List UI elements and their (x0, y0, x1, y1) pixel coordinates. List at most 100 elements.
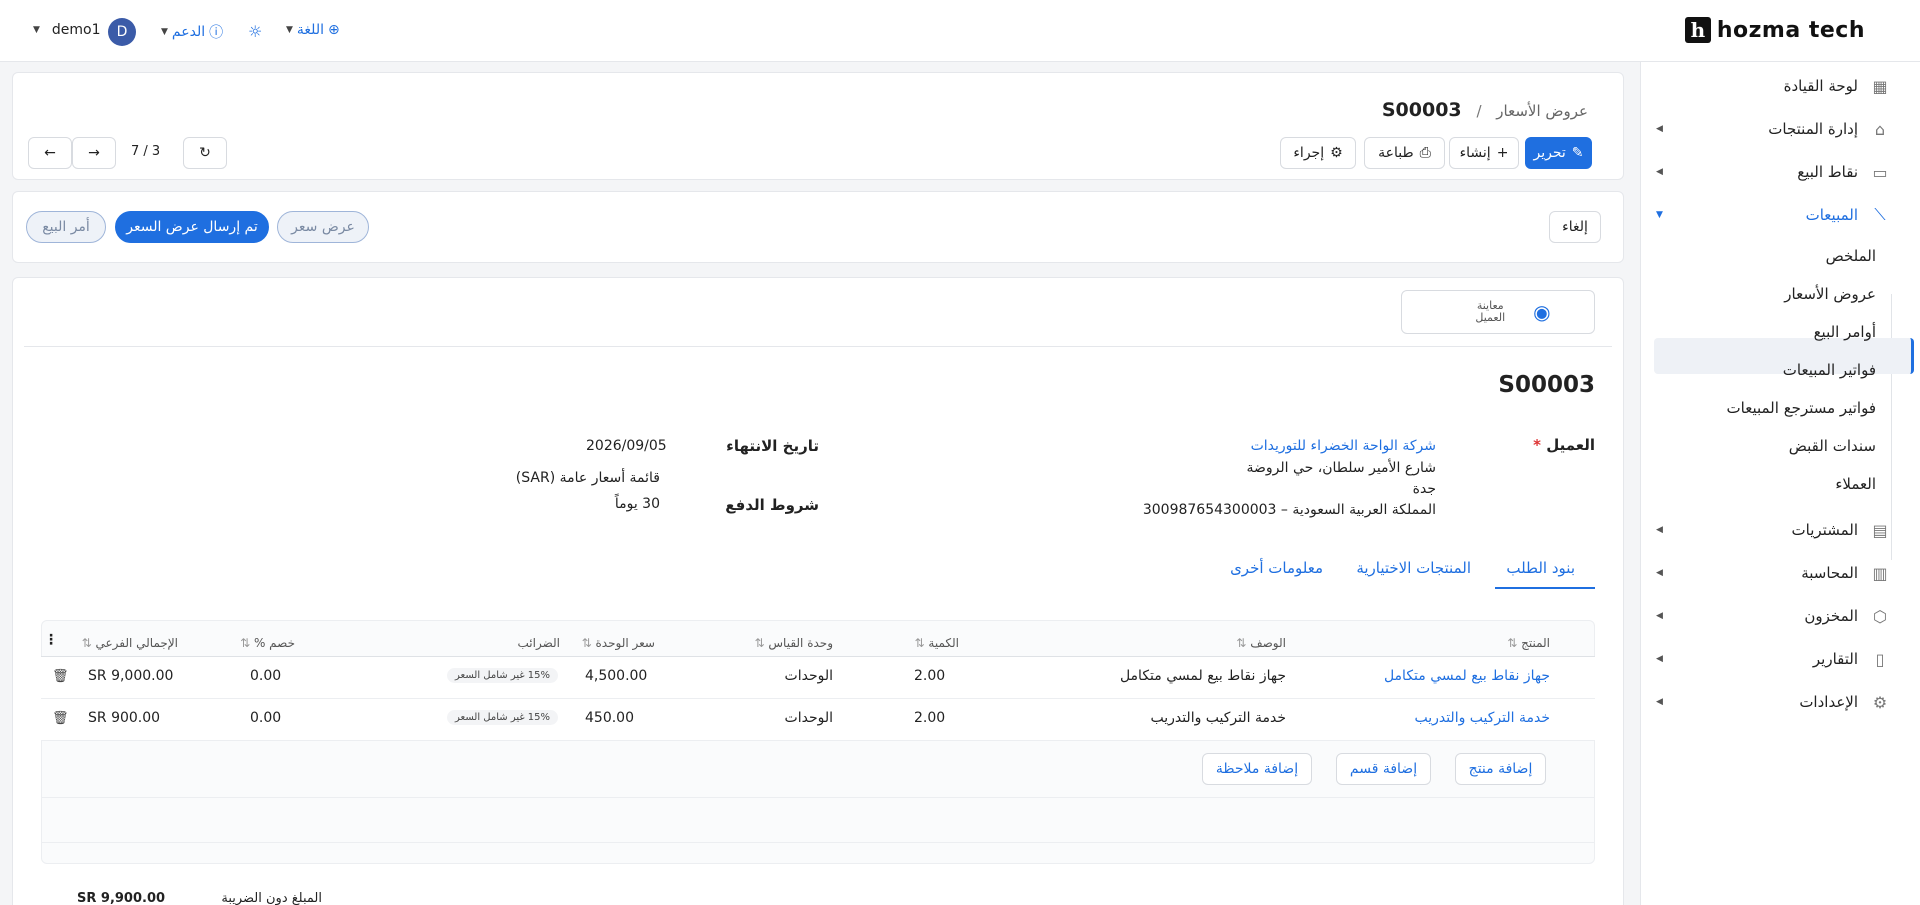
sidebar-item-label: لوحة القيادة (1783, 77, 1858, 95)
user-menu[interactable]: ▼ demo1 (33, 22, 101, 38)
trash-icon[interactable]: 🗑 (52, 669, 69, 684)
globe-icon: ◉ (1533, 300, 1551, 324)
pager-counter: 7 / 3 (131, 144, 161, 159)
row-description[interactable]: خدمة التركيب والتدريب (1150, 710, 1286, 726)
row-discount[interactable]: 0.00 (250, 710, 281, 726)
col-header-uom[interactable]: وحدة القياس ⇅ (755, 636, 834, 650)
sidebar-item-products[interactable]: ⌂ إدارة المنتجات ◀ (1640, 111, 1920, 147)
refresh-button[interactable]: ↻ (183, 137, 227, 169)
sidebar-sub-receipts[interactable]: سندات القبض (1789, 437, 1876, 455)
col-header-taxes-label: الضرائب (517, 636, 560, 650)
sidebar-sub-sale-orders[interactable]: أوامر البيع (1814, 323, 1876, 341)
row-subtotal: SR 9,000.00 (88, 668, 174, 684)
divider (24, 346, 1612, 347)
row-subtotal: SR 900.00 (88, 710, 161, 726)
col-header-quantity-label: الكمية (928, 636, 959, 650)
sort-icon: ⇅ (914, 636, 925, 650)
row-tax-badge[interactable]: 15% غير شامل السعر (447, 668, 558, 683)
sidebar-item-label: نقاط البيع (1797, 163, 1858, 181)
brand-logo[interactable]: h hozma tech (1684, 17, 1865, 43)
col-header-unit-price[interactable]: سعر الوحدة ⇅ (582, 636, 655, 650)
stage-sale-order[interactable]: أمر البيع (26, 211, 106, 243)
print-label: طباعة (1378, 145, 1414, 161)
expiry-date-field[interactable]: 2026/09/05 (586, 438, 667, 454)
breadcrumb: عروض الأسعار / S00003 (1382, 99, 1588, 121)
col-header-product[interactable]: المنتج ⇅ (1507, 636, 1550, 650)
sidebar-item-dashboard[interactable]: ▦ لوحة القيادة (1640, 68, 1920, 104)
sort-icon: ⇅ (1236, 636, 1247, 650)
row-product[interactable]: خدمة التركيب والتدريب (1414, 710, 1550, 726)
language-menu[interactable]: ▼ اللغة ⊕ (286, 22, 340, 38)
sidebar-item-sales[interactable]: ⟋ المبيعات ▼ (1640, 197, 1920, 233)
row-unit-price[interactable]: 450.00 (585, 710, 634, 726)
row-description[interactable]: جهاز نقاط بيع لمسي متكامل (1120, 668, 1286, 684)
pricelist-field[interactable]: قائمة أسعار عامة (SAR) (516, 470, 660, 486)
sidebar-item-label: المخزون (1804, 607, 1858, 625)
sidebar-sub-summary[interactable]: الملخص (1826, 247, 1876, 265)
row-quantity[interactable]: 2.00 (914, 710, 945, 726)
tab-other-info[interactable]: معلومات أخرى (1230, 559, 1323, 577)
row-uom[interactable]: الوحدات (785, 668, 833, 684)
chevron-left-icon: ◀ (1656, 654, 1663, 664)
add-note-button[interactable]: إضافة ملاحظة (1202, 753, 1312, 785)
sidebar-item-purchases[interactable]: ▤ المشتريات ◀ (1640, 512, 1920, 548)
col-header-quantity[interactable]: الكمية ⇅ (915, 636, 960, 650)
avatar[interactable]: D (108, 18, 136, 46)
next-record-button[interactable]: → (72, 137, 116, 169)
payment-terms-field[interactable]: 30 يوماً (615, 496, 660, 512)
row-quantity[interactable]: 2.00 (914, 668, 945, 684)
sidebar-sub-invoices[interactable]: فواتير المبيعات (1783, 361, 1876, 379)
preview-label-line2: العميل (1475, 311, 1506, 324)
support-menu[interactable]: ▼ الدعم ⓘ (161, 22, 223, 42)
edit-label: تحرير (1533, 145, 1566, 161)
required-mark: * (1533, 436, 1541, 454)
create-button[interactable]: إنشاء + (1449, 137, 1519, 169)
sidebar-sub-customers[interactable]: العملاء (1835, 475, 1876, 493)
sidebar-item-pos[interactable]: ▭ نقاط البيع ◀ (1640, 154, 1920, 190)
add-product-button[interactable]: إضافة منتج (1455, 753, 1546, 785)
row-uom[interactable]: الوحدات (785, 710, 833, 726)
stage-quotation-sent[interactable]: تم إرسال عرض السعر (115, 211, 269, 243)
print-button[interactable]: طباعة ⎙ (1364, 137, 1445, 169)
col-header-subtotal[interactable]: الإجمالي الفرعي ⇅ (82, 636, 178, 650)
add-section-button[interactable]: إضافة قسم (1336, 753, 1431, 785)
chevron-left-icon: ◀ (1656, 611, 1663, 621)
sort-icon: ⇅ (1507, 636, 1518, 650)
sidebar-sub-quotations[interactable]: عروض الأسعار (1784, 285, 1876, 303)
trash-icon[interactable]: 🗑 (52, 711, 69, 726)
col-header-product-label: المنتج (1521, 636, 1550, 650)
customer-link[interactable]: شركة الواحة الخضراء للتوريدات (1251, 438, 1436, 454)
sidebar-item-accounting[interactable]: ▥ المحاسبة ◀ (1640, 555, 1920, 591)
untaxed-amount-value: SR 9,900.00 (77, 891, 166, 905)
username: demo1 (51, 22, 101, 38)
action-button[interactable]: إجراء ⚙ (1280, 137, 1356, 169)
sidebar-item-inventory[interactable]: ⬡ المخزون ◀ (1640, 598, 1920, 634)
tab-optional-products[interactable]: المنتجات الاختيارية (1356, 559, 1471, 577)
theme-toggle[interactable]: ☼ (248, 22, 262, 41)
sidebar-sub-refunds[interactable]: فواتير مسترجع المبيعات (1727, 399, 1876, 417)
col-header-description[interactable]: الوصف ⇅ (1236, 636, 1286, 650)
col-header-discount[interactable]: خصم % ⇅ (240, 636, 295, 650)
sidebar-item-settings[interactable]: ⚙ الإعدادات ◀ (1640, 684, 1920, 720)
breadcrumb-parent[interactable]: عروض الأسعار (1496, 102, 1588, 120)
prev-record-button[interactable]: ← (28, 137, 72, 169)
form-title: S00003 (1498, 372, 1595, 398)
tab-order-lines[interactable]: بنود الطلب (1506, 559, 1575, 577)
pencil-icon: ✎ (1571, 145, 1584, 161)
column-options-icon[interactable]: ⋮ (44, 632, 58, 648)
row-unit-price[interactable]: 4,500.00 (585, 668, 647, 684)
edit-button[interactable]: تحرير ✎ (1525, 137, 1592, 169)
sidebar-item-label: المشتريات (1791, 521, 1858, 539)
customer-preview-button[interactable]: معاينة العميل ◉ (1401, 290, 1595, 334)
page-title: S00003 (1381, 99, 1462, 121)
customer-address-city: جدة (1412, 481, 1436, 497)
row-product[interactable]: جهاز نقاط بيع لمسي متكامل (1384, 668, 1550, 684)
sidebar-item-reports[interactable]: ▯ التقارير ◀ (1640, 641, 1920, 677)
sort-icon: ⇅ (581, 636, 592, 650)
stage-quotation[interactable]: عرض سعر (277, 211, 369, 243)
col-header-taxes[interactable]: الضرائب (518, 636, 560, 650)
col-header-uom-label: وحدة القياس (768, 636, 833, 650)
row-tax-badge[interactable]: 15% غير شامل السعر (447, 710, 558, 725)
row-discount[interactable]: 0.00 (250, 668, 281, 684)
cancel-button[interactable]: إلغاء (1549, 211, 1601, 243)
